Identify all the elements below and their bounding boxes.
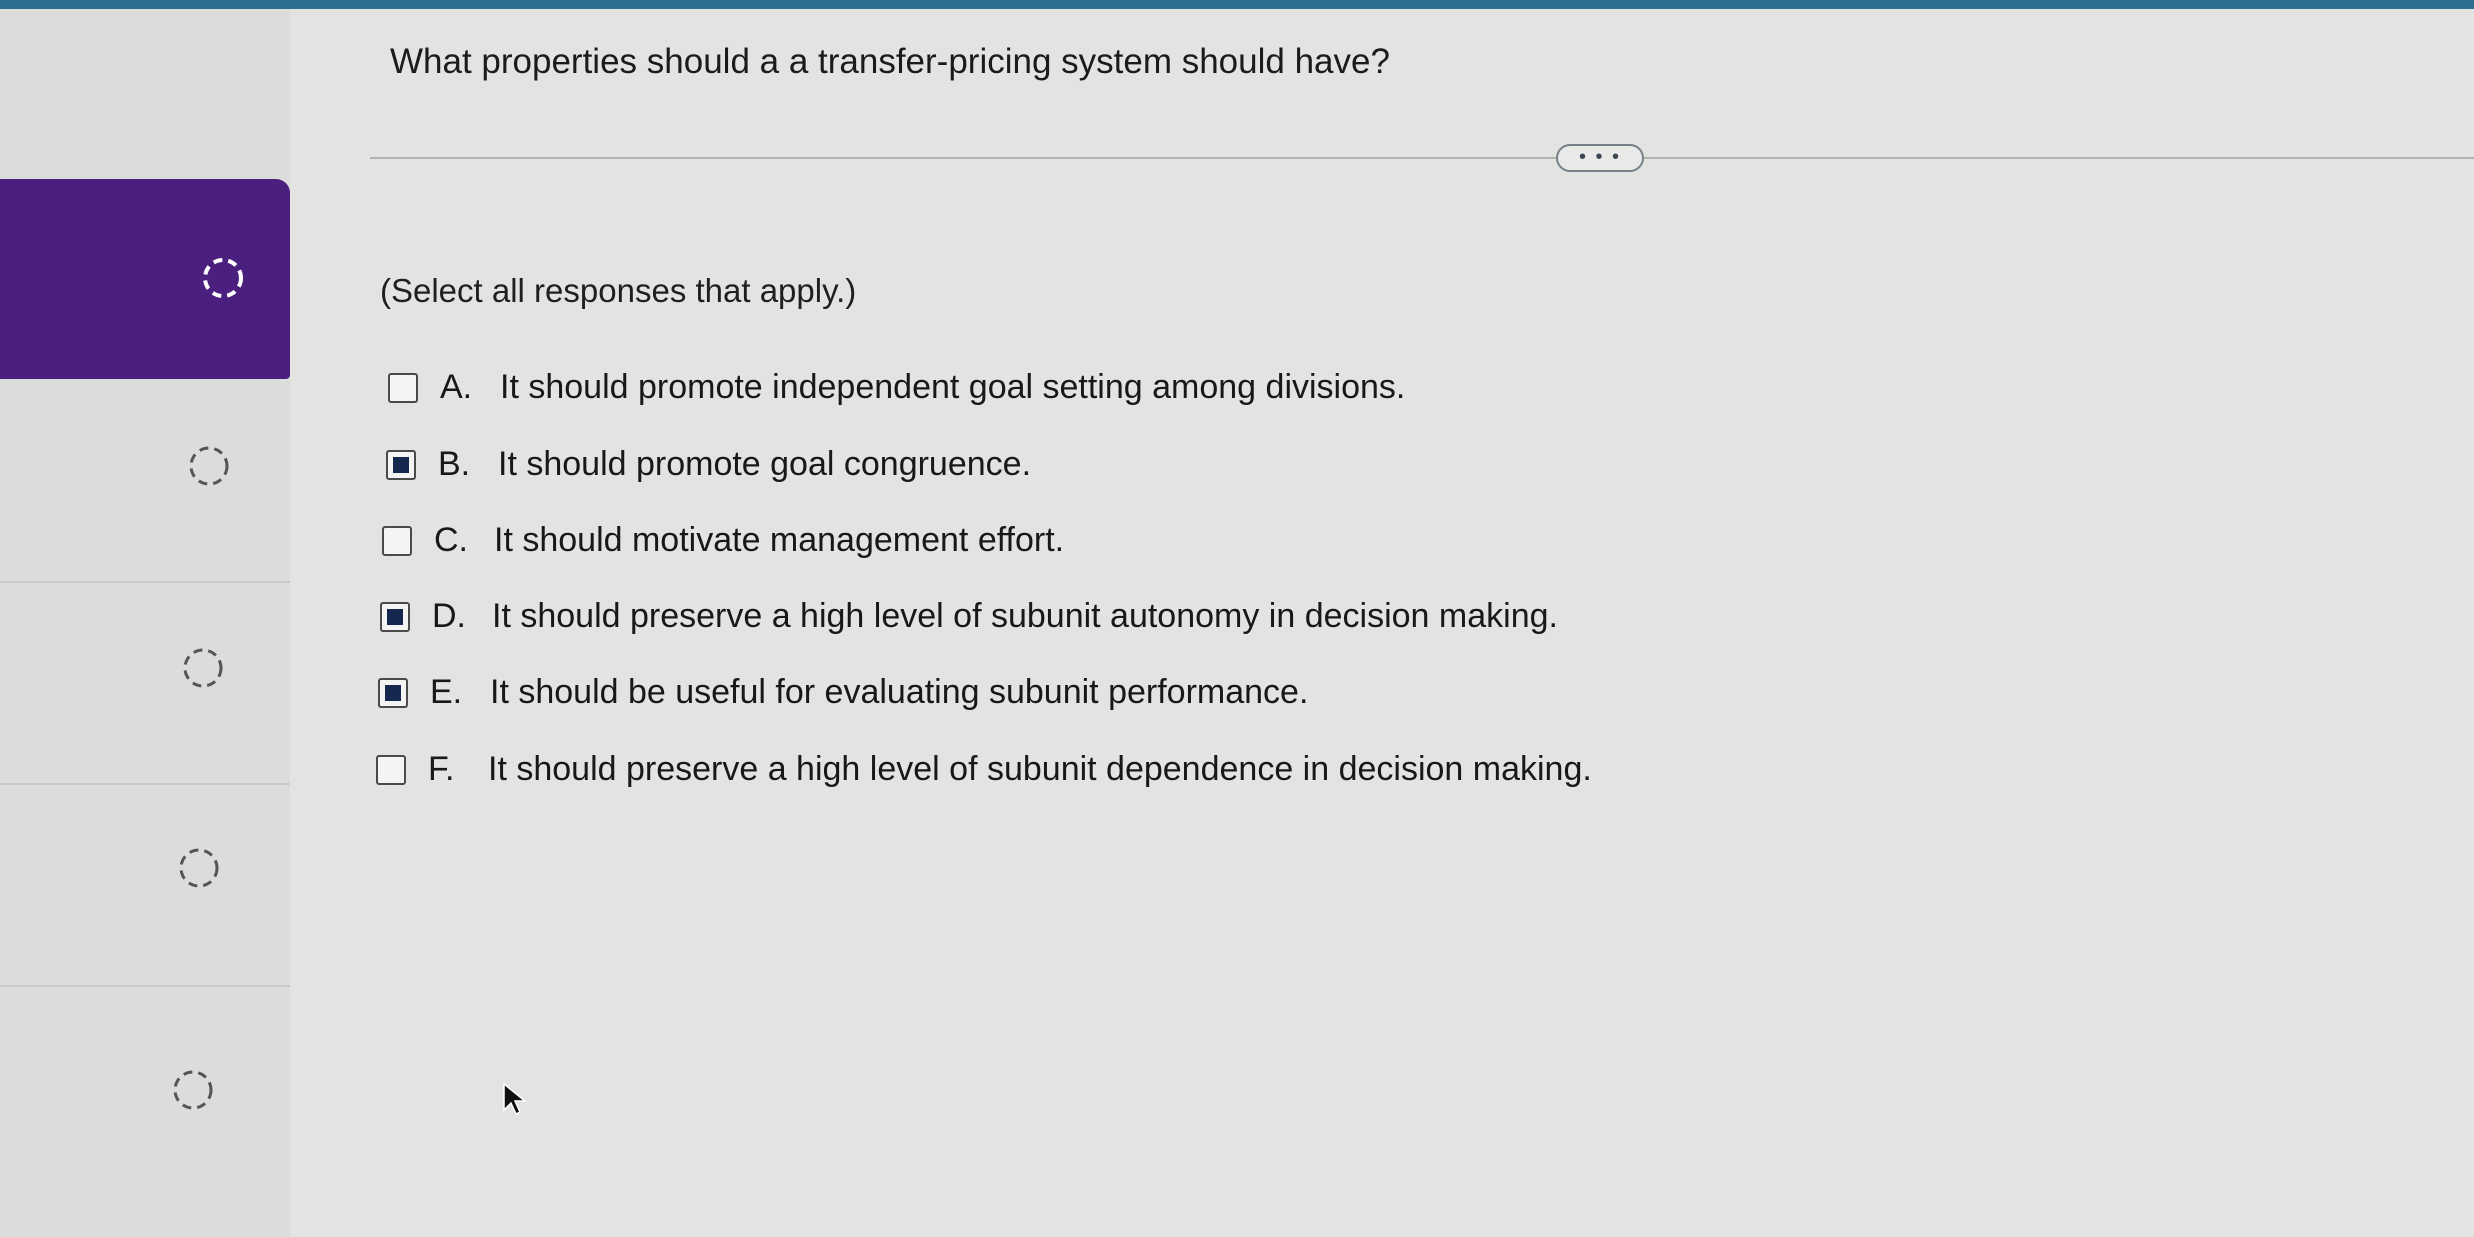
sidebar-item-question-2[interactable]: [0, 381, 290, 583]
checkbox-e[interactable]: [378, 677, 408, 708]
option-letter: E.: [430, 673, 463, 711]
not-started-icon: [186, 443, 232, 489]
checkbox-c[interactable]: [382, 525, 412, 556]
question-sidebar: [0, 9, 290, 1237]
sidebar-item-question-3[interactable]: [0, 583, 290, 785]
option-d[interactable]: D. It should preserve a high level of su…: [380, 597, 1558, 636]
in-progress-icon: [200, 255, 246, 301]
sidebar-item-question-4[interactable]: [0, 785, 290, 987]
not-started-icon: [180, 645, 226, 691]
option-letter: B.: [438, 445, 471, 483]
option-letter: F.: [428, 750, 455, 788]
option-e[interactable]: E. It should be useful for evaluating su…: [378, 673, 1308, 712]
option-label: It should promote goal congruence.: [498, 445, 1032, 483]
sidebar-item-question-1[interactable]: [0, 179, 290, 379]
option-label: It should preserve a high level of subun…: [488, 750, 1592, 788]
option-letter: A.: [440, 368, 473, 406]
checkbox-b[interactable]: [386, 449, 416, 480]
option-label: It should be useful for evaluating subun…: [490, 673, 1309, 711]
option-a[interactable]: A. It should promote independent goal se…: [388, 368, 1405, 407]
option-label: It should preserve a high level of subun…: [492, 597, 1558, 635]
option-letter: C.: [434, 521, 468, 559]
divider: [370, 157, 2474, 159]
checkbox-a[interactable]: [388, 372, 418, 403]
instruction-text: (Select all responses that apply.): [380, 272, 857, 309]
mouse-pointer-icon: [500, 1082, 530, 1118]
option-label: It should promote independent goal setti…: [500, 368, 1406, 406]
option-b[interactable]: B. It should promote goal congruence.: [386, 445, 1031, 484]
checkbox-f[interactable]: [376, 754, 406, 785]
top-bar: [0, 0, 2474, 9]
not-started-icon: [170, 1067, 216, 1113]
sidebar-item-question-5[interactable]: [0, 987, 290, 1227]
checkbox-d[interactable]: [380, 601, 410, 632]
question-text: What properties should a a transfer-pric…: [390, 42, 1390, 81]
option-f[interactable]: F. It should preserve a high level of su…: [376, 750, 1592, 789]
option-label: It should motivate management effort.: [494, 521, 1065, 559]
not-started-icon: [176, 845, 222, 891]
more-button[interactable]: • • •: [1556, 144, 1644, 172]
option-letter: D.: [432, 597, 466, 635]
option-c[interactable]: C. It should motivate management effort.: [382, 521, 1064, 560]
